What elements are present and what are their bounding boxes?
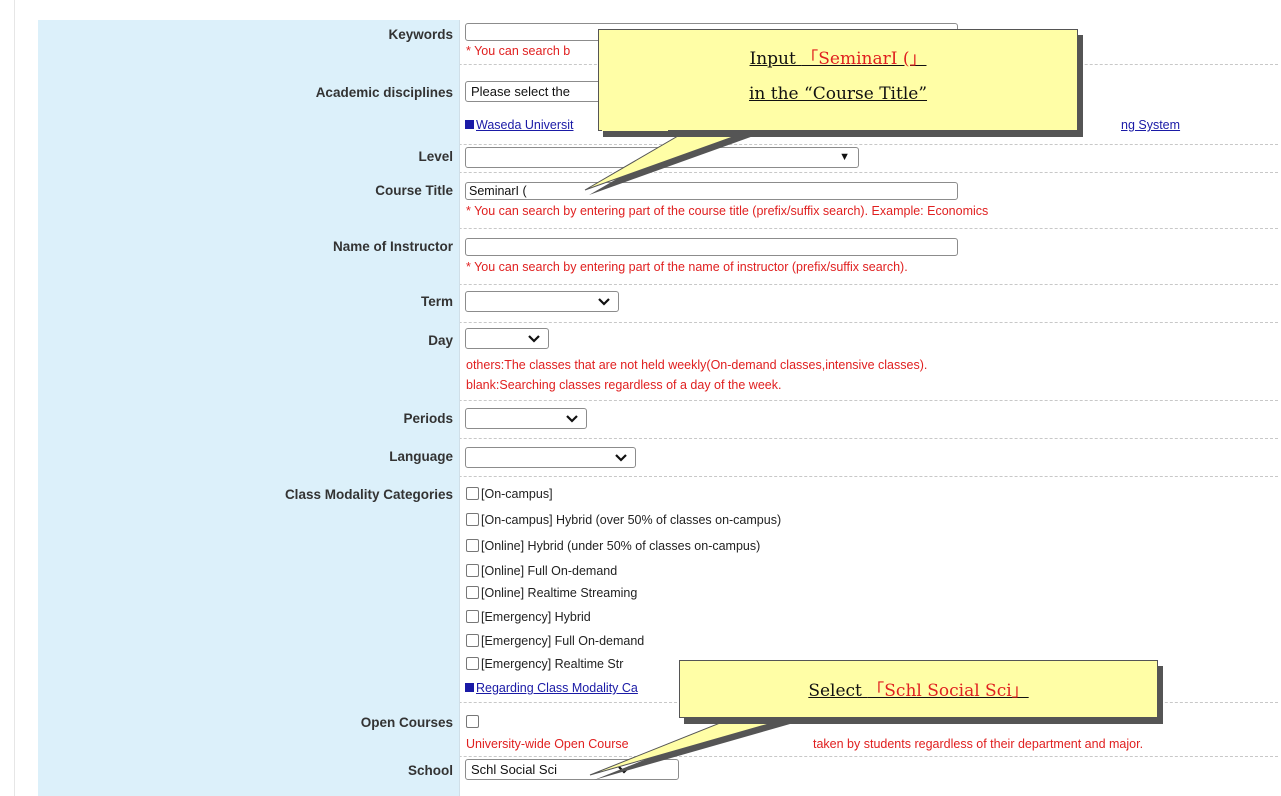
top-callout-pointer: [584, 128, 756, 191]
search-form-page: Keywords * You can search b Academic dis…: [0, 0, 1281, 796]
bottom-callout-pointer-shadow: [594, 720, 804, 780]
school-callout: Select 「Schl Social Sci」: [679, 660, 1158, 718]
course-title-callout: Input 「SeminarI (」 in the “Course Title”: [598, 29, 1078, 131]
callout-top-line2: in the “Course Title”: [748, 84, 928, 104]
callout-bottom-line1: Select 「Schl Social Sci」: [808, 681, 1029, 701]
bottom-callout-pointer: [589, 714, 801, 776]
callout-top-line1: Input 「SeminarI (」: [749, 49, 927, 69]
